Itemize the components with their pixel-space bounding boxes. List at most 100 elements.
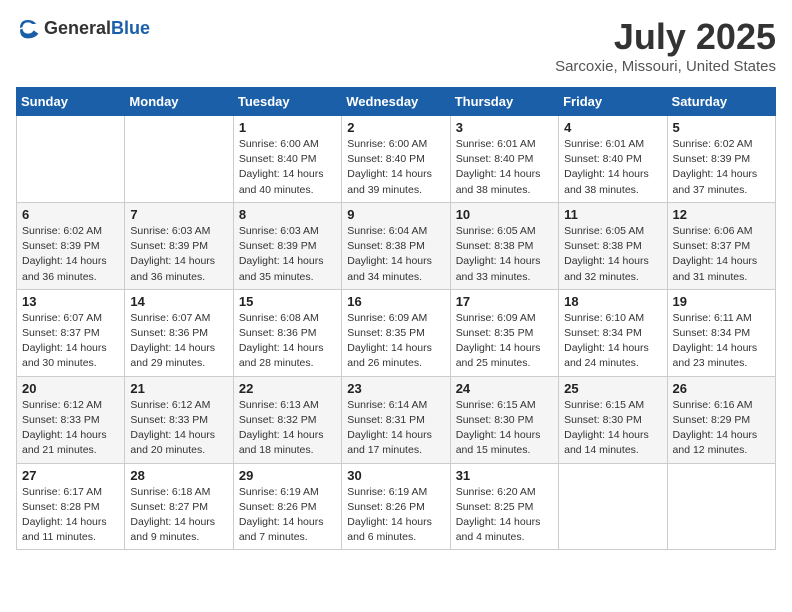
- calendar-cell: 31 Sunrise: 6:20 AMSunset: 8:25 PMDayligh…: [450, 463, 558, 550]
- day-number: 15: [239, 294, 336, 309]
- day-info: Sunrise: 6:19 AMSunset: 8:26 PMDaylight:…: [239, 485, 336, 546]
- calendar-cell: 28 Sunrise: 6:18 AMSunset: 8:27 PMDayligh…: [125, 463, 233, 550]
- logo-general-text: GeneralBlue: [44, 18, 150, 39]
- day-info: Sunrise: 6:04 AMSunset: 8:38 PMDaylight:…: [347, 224, 444, 285]
- calendar-cell: 20 Sunrise: 6:12 AMSunset: 8:33 PMDayligh…: [17, 376, 125, 463]
- calendar-cell: [125, 116, 233, 203]
- day-number: 21: [130, 381, 227, 396]
- main-title: July 2025: [555, 16, 776, 58]
- calendar-cell: 14 Sunrise: 6:07 AMSunset: 8:36 PMDayligh…: [125, 289, 233, 376]
- day-info: Sunrise: 6:11 AMSunset: 8:34 PMDaylight:…: [673, 311, 770, 372]
- calendar-cell: [17, 116, 125, 203]
- calendar-cell: 13Sunrise: 6:07 AMSunset: 8:37 PMDayligh…: [17, 289, 125, 376]
- day-info: Sunrise: 6:09 AMSunset: 8:35 PMDaylight:…: [456, 311, 553, 372]
- day-info: Sunrise: 6:18 AMSunset: 8:27 PMDaylight:…: [130, 485, 227, 546]
- day-info: Sunrise: 6:16 AMSunset: 8:29 PMDaylight:…: [673, 398, 770, 459]
- weekday-header-sunday: Sunday: [17, 88, 125, 116]
- day-number: 3: [456, 120, 553, 135]
- day-info: Sunrise: 6:13 AMSunset: 8:32 PMDaylight:…: [239, 398, 336, 459]
- day-info: Sunrise: 6:02 AMSunset: 8:39 PMDaylight:…: [22, 224, 119, 285]
- day-info: Sunrise: 6:05 AMSunset: 8:38 PMDaylight:…: [564, 224, 661, 285]
- weekday-header-wednesday: Wednesday: [342, 88, 450, 116]
- calendar-cell: 5 Sunrise: 6:02 AMSunset: 8:39 PMDaylight…: [667, 116, 775, 203]
- calendar-cell: 27 Sunrise: 6:17 AMSunset: 8:28 PMDayligh…: [17, 463, 125, 550]
- day-info: Sunrise: 6:12 AMSunset: 8:33 PMDaylight:…: [22, 398, 119, 459]
- calendar-cell: 22 Sunrise: 6:13 AMSunset: 8:32 PMDayligh…: [233, 376, 341, 463]
- day-number: 6: [22, 207, 119, 222]
- calendar-cell: 23 Sunrise: 6:14 AMSunset: 8:31 PMDayligh…: [342, 376, 450, 463]
- day-number: 8: [239, 207, 336, 222]
- day-number: 30: [347, 468, 444, 483]
- day-number: 12: [673, 207, 770, 222]
- day-number: 27: [22, 468, 119, 483]
- day-info: Sunrise: 6:19 AMSunset: 8:26 PMDaylight:…: [347, 485, 444, 546]
- weekday-header-friday: Friday: [559, 88, 667, 116]
- day-number: 26: [673, 381, 770, 396]
- day-number: 10: [456, 207, 553, 222]
- day-number: 13: [22, 294, 119, 309]
- day-info: Sunrise: 6:17 AMSunset: 8:28 PMDaylight:…: [22, 485, 119, 546]
- calendar-cell: 29 Sunrise: 6:19 AMSunset: 8:26 PMDayligh…: [233, 463, 341, 550]
- day-number: 18: [564, 294, 661, 309]
- day-number: 28: [130, 468, 227, 483]
- day-number: 5: [673, 120, 770, 135]
- calendar-cell: 18Sunrise: 6:10 AMSunset: 8:34 PMDayligh…: [559, 289, 667, 376]
- day-info: Sunrise: 6:00 AMSunset: 8:40 PMDaylight:…: [239, 137, 336, 198]
- calendar-cell: 10Sunrise: 6:05 AMSunset: 8:38 PMDayligh…: [450, 202, 558, 289]
- day-number: 24: [456, 381, 553, 396]
- calendar-cell: 17 Sunrise: 6:09 AMSunset: 8:35 PMDayligh…: [450, 289, 558, 376]
- day-number: 17: [456, 294, 553, 309]
- day-number: 14: [130, 294, 227, 309]
- calendar-cell: 3 Sunrise: 6:01 AMSunset: 8:40 PMDaylight…: [450, 116, 558, 203]
- day-number: 16: [347, 294, 444, 309]
- weekday-header-monday: Monday: [125, 88, 233, 116]
- calendar-cell: 25 Sunrise: 6:15 AMSunset: 8:30 PMDayligh…: [559, 376, 667, 463]
- day-info: Sunrise: 6:03 AMSunset: 8:39 PMDaylight:…: [130, 224, 227, 285]
- day-info: Sunrise: 6:03 AMSunset: 8:39 PMDaylight:…: [239, 224, 336, 285]
- logo-icon: [16, 16, 40, 40]
- day-number: 11: [564, 207, 661, 222]
- page-header: GeneralBlue July 2025 Sarcoxie, Missouri…: [16, 16, 776, 75]
- day-number: 25: [564, 381, 661, 396]
- calendar-cell: 30 Sunrise: 6:19 AMSunset: 8:26 PMDayligh…: [342, 463, 450, 550]
- weekday-header-saturday: Saturday: [667, 88, 775, 116]
- day-info: Sunrise: 6:08 AMSunset: 8:36 PMDaylight:…: [239, 311, 336, 372]
- day-info: Sunrise: 6:15 AMSunset: 8:30 PMDaylight:…: [456, 398, 553, 459]
- day-number: 29: [239, 468, 336, 483]
- day-number: 31: [456, 468, 553, 483]
- day-info: Sunrise: 6:07 AMSunset: 8:36 PMDaylight:…: [130, 311, 227, 372]
- calendar-cell: 2 Sunrise: 6:00 AMSunset: 8:40 PMDaylight…: [342, 116, 450, 203]
- calendar-cell: 6 Sunrise: 6:02 AMSunset: 8:39 PMDaylight…: [17, 202, 125, 289]
- day-number: 23: [347, 381, 444, 396]
- day-info: Sunrise: 6:14 AMSunset: 8:31 PMDaylight:…: [347, 398, 444, 459]
- calendar-table: SundayMondayTuesdayWednesdayThursdayFrid…: [16, 87, 776, 550]
- day-info: Sunrise: 6:01 AMSunset: 8:40 PMDaylight:…: [564, 137, 661, 198]
- calendar-cell: 15 Sunrise: 6:08 AMSunset: 8:36 PMDayligh…: [233, 289, 341, 376]
- calendar-cell: [559, 463, 667, 550]
- day-number: 20: [22, 381, 119, 396]
- day-number: 7: [130, 207, 227, 222]
- calendar-cell: 16Sunrise: 6:09 AMSunset: 8:35 PMDayligh…: [342, 289, 450, 376]
- day-number: 22: [239, 381, 336, 396]
- sub-title: Sarcoxie, Missouri, United States: [555, 58, 776, 75]
- day-info: Sunrise: 6:20 AMSunset: 8:25 PMDaylight:…: [456, 485, 553, 546]
- day-info: Sunrise: 6:02 AMSunset: 8:39 PMDaylight:…: [673, 137, 770, 198]
- calendar-cell: 26 Sunrise: 6:16 AMSunset: 8:29 PMDayligh…: [667, 376, 775, 463]
- calendar-cell: 12Sunrise: 6:06 AMSunset: 8:37 PMDayligh…: [667, 202, 775, 289]
- calendar-cell: 7 Sunrise: 6:03 AMSunset: 8:39 PMDaylight…: [125, 202, 233, 289]
- day-number: 4: [564, 120, 661, 135]
- day-number: 2: [347, 120, 444, 135]
- day-info: Sunrise: 6:00 AMSunset: 8:40 PMDaylight:…: [347, 137, 444, 198]
- calendar-cell: 4 Sunrise: 6:01 AMSunset: 8:40 PMDaylight…: [559, 116, 667, 203]
- day-info: Sunrise: 6:01 AMSunset: 8:40 PMDaylight:…: [456, 137, 553, 198]
- title-block: July 2025 Sarcoxie, Missouri, United Sta…: [555, 16, 776, 75]
- calendar-cell: 1Sunrise: 6:00 AMSunset: 8:40 PMDaylight…: [233, 116, 341, 203]
- calendar-cell: [667, 463, 775, 550]
- day-info: Sunrise: 6:15 AMSunset: 8:30 PMDaylight:…: [564, 398, 661, 459]
- calendar-cell: 8 Sunrise: 6:03 AMSunset: 8:39 PMDaylight…: [233, 202, 341, 289]
- logo: GeneralBlue: [16, 16, 150, 40]
- day-number: 19: [673, 294, 770, 309]
- weekday-header-thursday: Thursday: [450, 88, 558, 116]
- calendar-cell: 21Sunrise: 6:12 AMSunset: 8:33 PMDayligh…: [125, 376, 233, 463]
- calendar-cell: 9Sunrise: 6:04 AMSunset: 8:38 PMDaylight…: [342, 202, 450, 289]
